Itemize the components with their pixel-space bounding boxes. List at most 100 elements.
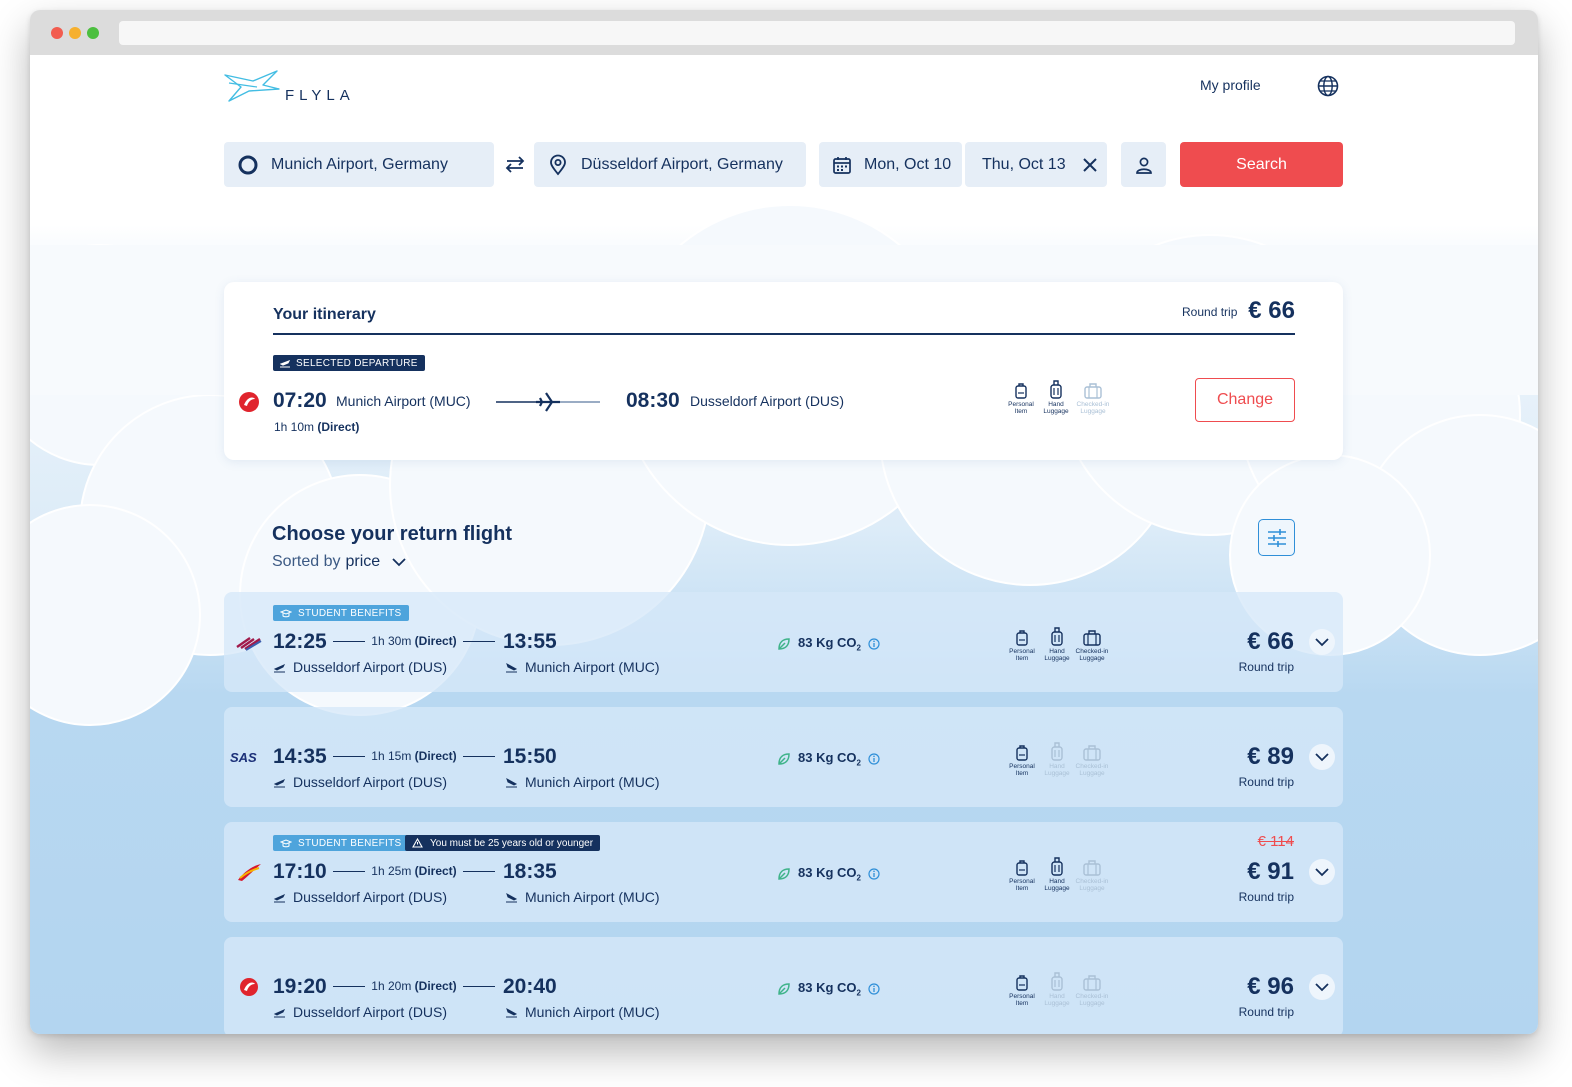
origin-field[interactable]: Munich Airport, Germany [224,142,494,187]
luggage-label: Item [1015,770,1029,777]
selected-departure-tag: SELECTED DEPARTURE [273,355,425,371]
info-icon[interactable] [868,868,880,880]
dep-airport-name: Dusseldorf Airport (DUS) [293,774,448,790]
origin-value: Munich Airport, Germany [271,155,448,173]
co2-value: 83 Kg CO [798,750,857,765]
duration: 1h 30m (Direct) [333,634,495,648]
sort-dropdown[interactable]: Sorted by price [272,553,406,571]
luggage-label: Checked-in [1075,878,1109,885]
luggage-label: Item [1015,885,1029,892]
luggage-label: Luggage [1043,408,1069,415]
arr-time: 13:55 [503,630,557,653]
luggage-label: Item [1015,1000,1029,1007]
dep-airport-name: Dusseldorf Airport (DUS) [293,659,448,675]
personal-item-icon [1016,975,1028,991]
checked-luggage-icon [1083,630,1101,646]
address-bar[interactable] [119,21,1515,45]
luggage-label: Checked-in [1076,401,1110,408]
passengers-button[interactable] [1121,142,1166,187]
price: € 96 [1247,973,1294,1000]
itinerary-stops: (Direct) [317,420,360,434]
chevron-down-icon [1315,982,1329,991]
globe-icon[interactable] [1317,75,1339,97]
age-warning-tag: You must be 25 years old or younger [405,835,601,851]
co2-subscript: 2 [856,758,861,768]
iberia-logo-icon [238,864,261,881]
sort-value: price [345,553,381,570]
itinerary-personal-item: Personal Item [1003,382,1039,415]
info-icon[interactable] [868,638,880,650]
depart-date-field[interactable]: Mon, Oct 10 [819,142,962,187]
expand-button[interactable] [1309,744,1335,770]
flight-row[interactable]: SAS 14:35 1h 15m (Direct) 15:50 Dusseldo… [224,707,1343,807]
luggage-label: Luggage [1079,1000,1105,1007]
browser-window: FLYLA My profile Munich Airport, Germany [30,10,1538,1034]
my-profile-link[interactable]: My profile [1200,77,1261,93]
duration: 1h 25m (Direct) [333,864,495,878]
expand-button[interactable] [1309,859,1335,885]
graduation-cap-icon [280,838,292,847]
minimize-window-button[interactable] [69,27,81,39]
luggage-hand: Hand Luggage [1039,741,1075,777]
co2-value: 83 Kg CO [798,980,857,995]
duration: 1h 15m (Direct) [333,749,495,763]
destination-field[interactable]: Düsseldorf Airport, Germany [534,142,806,187]
location-pin-icon [550,154,566,175]
flight-row[interactable]: STUDENT BENEFITS You must be 25 years ol… [224,822,1343,922]
checked-luggage-icon [1083,745,1101,761]
search-button[interactable]: Search [1180,142,1343,187]
user-icon [1135,157,1152,174]
student-benefits-tag: STUDENT BENEFITS [273,835,409,851]
expand-button[interactable] [1309,629,1335,655]
itinerary-total-price: € 66 [1248,297,1295,324]
student-benefits-label: STUDENT BENEFITS [298,837,402,849]
clear-date-icon[interactable] [1082,157,1098,173]
itinerary-hand-luggage: Hand Luggage [1038,379,1074,415]
luggage-label: Item [1015,655,1029,662]
luggage-personal-item: Personal Item [1004,974,1040,1007]
filter-button[interactable] [1258,519,1295,556]
luggage-label: Hand [1049,648,1065,655]
co2-subscript: 2 [856,988,861,998]
change-departure-button[interactable]: Change [1195,378,1295,422]
co2-emissions: 83 Kg CO2 [777,865,880,883]
destination-value: Düsseldorf Airport, Germany [581,155,783,173]
flyla-logo[interactable]: FLYLA [223,67,363,104]
luggage-label: Luggage [1044,885,1070,892]
luggage-label: Hand [1048,401,1064,408]
landing-icon [506,777,518,787]
chevron-down-icon [1315,752,1329,761]
dep-time: 19:20 [273,975,327,998]
itinerary-card: Your itinerary Round trip € 66 SELECTED … [224,282,1343,460]
hand-luggage-icon [1051,857,1063,876]
turkish-airlines-logo-icon [239,392,259,412]
price-note: Round trip [1238,890,1294,904]
chevron-down-icon [1315,867,1329,876]
takeoff-icon [273,893,286,902]
graduation-cap-icon [280,608,292,617]
itinerary-checked-luggage: Checked-in Luggage [1075,382,1111,415]
info-icon[interactable] [868,983,880,995]
checked-luggage-icon [1084,383,1102,399]
close-window-button[interactable] [51,27,63,39]
dep-airport: Dusseldorf Airport (DUS) [273,774,447,790]
maximize-window-button[interactable] [87,27,99,39]
return-date-field[interactable]: Thu, Oct 13 [965,142,1107,187]
dep-airport-name: Dusseldorf Airport (DUS) [293,889,448,905]
luggage-label: Luggage [1044,655,1070,662]
flight-row[interactable]: 19:20 1h 20m (Direct) 20:40 Dusseldorf A… [224,937,1343,1034]
swap-icon[interactable] [504,153,526,175]
expand-button[interactable] [1309,974,1335,1000]
flight-row[interactable]: STUDENT BENEFITS 12:25 1h 30m (Direct) 1… [224,592,1343,692]
hand-luggage-icon [1051,742,1063,761]
arr-time: 20:40 [503,975,557,998]
duration: 1h 20m (Direct) [333,979,495,993]
info-icon[interactable] [868,753,880,765]
luggage-label: Luggage [1079,770,1105,777]
itinerary-duration: 1h 10m (Direct) [274,420,359,434]
origin-circle-icon [238,155,258,174]
luggage-label: Checked-in [1075,763,1109,770]
luggage-label: Hand [1049,878,1065,885]
old-price: € 114 [1257,833,1294,850]
luggage-personal-item: Personal Item [1004,859,1040,892]
